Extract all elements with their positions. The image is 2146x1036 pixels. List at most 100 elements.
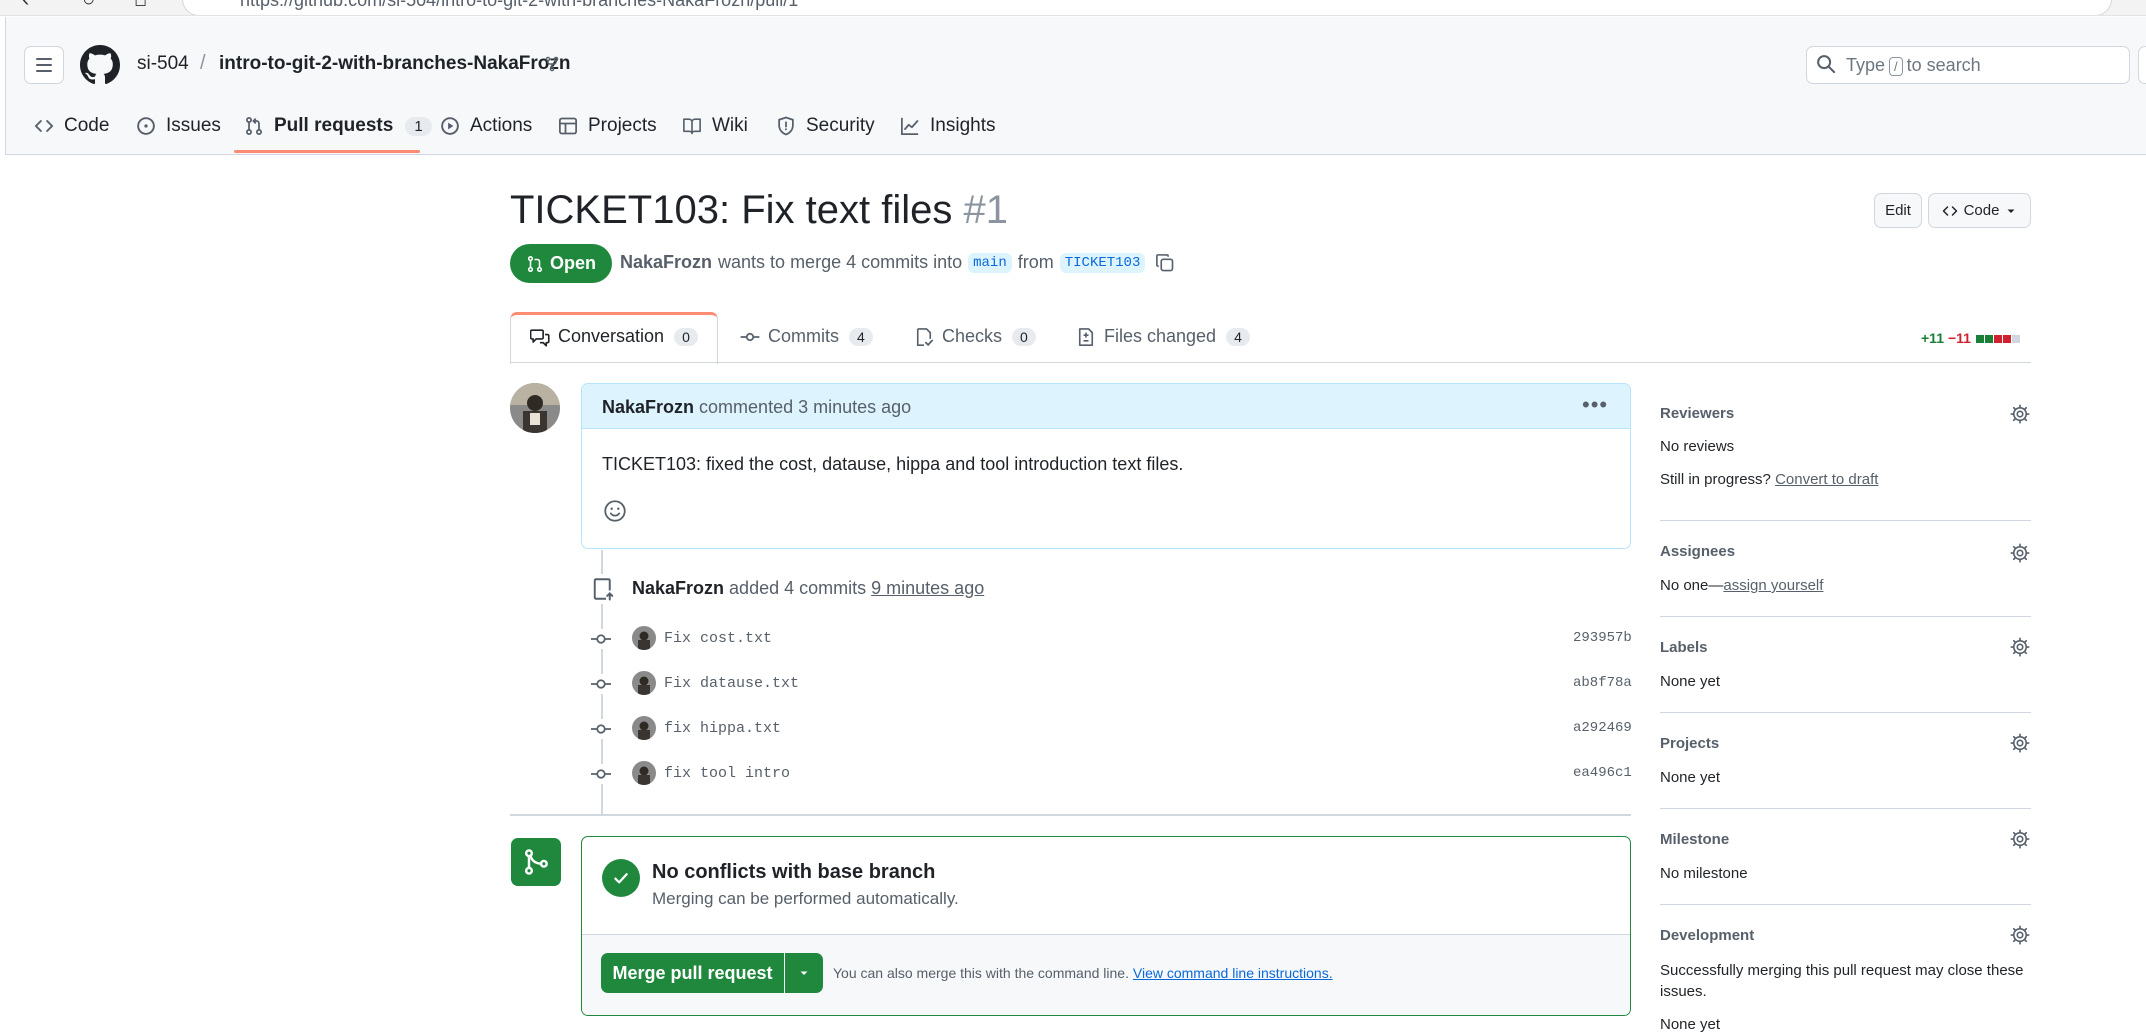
merge-box: No conflicts with base branch Merging ca… <box>581 836 1631 1016</box>
pr-tabs-divider <box>510 362 2031 363</box>
code-icon <box>34 120 54 132</box>
tab-commits[interactable]: Commits 4 <box>740 326 873 347</box>
gear-icon[interactable] <box>2010 829 2030 849</box>
repo-push-icon <box>593 578 614 601</box>
tab-insights[interactable]: Insights <box>900 112 995 140</box>
issue-icon <box>137 117 155 135</box>
user-avatar-image <box>510 383 560 433</box>
milestone-value: No milestone <box>1660 865 1748 882</box>
merge-status-title: No conflicts with base branch <box>652 861 936 883</box>
commit-node-icon <box>591 719 611 739</box>
push-timestamp[interactable]: 9 minutes ago <box>871 578 984 598</box>
tab-count-badge: 4 <box>1226 327 1250 346</box>
tab-files-changed[interactable]: Files changed 4 <box>1076 326 1250 347</box>
git-merge-icon <box>524 849 548 875</box>
table-icon <box>559 117 577 135</box>
repo-owner-link[interactable]: si-504 <box>137 53 189 75</box>
checklist-icon <box>916 327 933 346</box>
assignees-heading[interactable]: Assignees <box>1660 543 1735 560</box>
merge-method-dropdown[interactable] <box>785 953 823 993</box>
assign-yourself-link[interactable]: assign yourself <box>1723 577 1823 594</box>
diff-additions: +11 <box>1921 330 1944 346</box>
menu-button[interactable] <box>24 46 64 84</box>
tab-wiki[interactable]: Wiki <box>682 112 748 140</box>
commit-message-link[interactable]: fix hippa.txt <box>664 720 781 737</box>
reload-icon[interactable]: ○ <box>82 0 95 12</box>
head-branch[interactable]: TICKET103 <box>1059 252 1146 273</box>
tab-label: Projects <box>588 115 657 136</box>
github-logo-icon[interactable] <box>80 45 120 85</box>
commit-message-link[interactable]: fix tool intro <box>664 765 790 782</box>
kebab-menu-icon[interactable]: ••• <box>1582 392 1608 418</box>
commit-sha-link[interactable]: 293957b <box>1573 630 1632 646</box>
projects-value: None yet <box>1660 769 1721 786</box>
tab-count-badge: 0 <box>674 327 698 346</box>
search-placeholder[interactable]: Type / to search <box>1846 55 1981 76</box>
gear-icon[interactable] <box>2010 733 2030 753</box>
base-branch[interactable]: main <box>968 252 1012 273</box>
commit-sha-link[interactable]: a292469 <box>1573 720 1632 736</box>
tab-code[interactable]: Code <box>34 112 109 140</box>
tab-label: Insights <box>930 115 996 136</box>
gear-icon[interactable] <box>2010 404 2030 424</box>
merge-actions: Merge pull request You can also merge th… <box>582 934 1630 1015</box>
milestone-heading[interactable]: Milestone <box>1660 831 1729 848</box>
sidebar-divider <box>1660 904 2031 905</box>
diffstat-square <box>1993 335 2002 343</box>
tab-checks[interactable]: Checks 0 <box>914 326 1036 347</box>
tab-issues[interactable]: Issues <box>136 112 221 140</box>
avatar[interactable] <box>632 626 656 650</box>
commit-sha-link[interactable]: ea496c1 <box>1573 765 1632 781</box>
commit-node-icon <box>591 674 611 694</box>
header-action-button[interactable] <box>2138 46 2146 84</box>
tab-actions[interactable]: Actions <box>440 112 532 140</box>
sidebar-divider <box>1660 520 2031 521</box>
tab-pull-requests[interactable]: Pull requests 1 <box>244 112 432 140</box>
assignees-value: No one—assign yourself <box>1660 577 1823 594</box>
pr-merge-text: wants to merge 4 commits into <box>718 252 963 272</box>
projects-heading[interactable]: Projects <box>1660 735 1719 752</box>
commit-icon <box>740 332 760 341</box>
back-icon[interactable]: ‹ <box>22 0 29 12</box>
home-icon[interactable]: ⌂ <box>134 0 147 12</box>
add-reaction-button[interactable] <box>600 496 630 526</box>
development-heading[interactable]: Development <box>1660 927 1754 944</box>
edit-title-button[interactable]: Edit <box>1874 193 1922 228</box>
command-line-instructions-link[interactable]: View command line instructions. <box>1133 965 1333 981</box>
copy-icon[interactable] <box>1155 253 1175 273</box>
gear-icon[interactable] <box>2010 637 2030 657</box>
gear-icon[interactable] <box>2010 925 2030 945</box>
draft-prompt: Still in progress? Convert to draft <box>1660 471 1878 488</box>
repo-name-link[interactable]: intro-to-git-2-with-branches-NakaFrozn <box>219 53 571 75</box>
check-circle-icon <box>602 859 640 897</box>
reviewers-heading[interactable]: Reviewers <box>1660 405 1734 422</box>
avatar[interactable] <box>632 761 656 785</box>
merge-pull-request-button[interactable]: Merge pull request <box>601 953 784 993</box>
shield-icon <box>778 116 794 136</box>
convert-to-draft-link[interactable]: Convert to draft <box>1775 471 1878 488</box>
pr-author-link[interactable]: NakaFrozn <box>620 252 712 273</box>
tab-label: Conversation <box>558 326 665 346</box>
push-event-icon <box>588 574 618 604</box>
diff-deletions: −11 <box>1947 330 1971 346</box>
url-text[interactable]: https://github.com/si-504/intro-to-git-2… <box>240 0 798 11</box>
commit-message-link[interactable]: Fix cost.txt <box>664 630 772 647</box>
tab-label: Actions <box>470 115 533 136</box>
comment-author-link[interactable]: NakaFrozn <box>602 397 694 417</box>
tab-security[interactable]: Security <box>776 112 875 140</box>
code-dropdown-button[interactable]: Code <box>1928 193 2031 228</box>
tab-projects[interactable]: Projects <box>558 112 657 140</box>
diffstat[interactable]: +11 −11 <box>1921 330 2020 346</box>
gear-icon[interactable] <box>2010 543 2030 563</box>
avatar[interactable] <box>632 716 656 740</box>
push-author-link[interactable]: NakaFrozn <box>632 578 724 598</box>
avatar[interactable] <box>510 383 560 433</box>
commit-sha-link[interactable]: ab8f78a <box>1573 675 1632 691</box>
comment-discussion-icon <box>530 328 550 347</box>
labels-heading[interactable]: Labels <box>1660 639 1708 656</box>
tab-conversation[interactable]: Conversation 0 <box>530 326 698 347</box>
avatar[interactable] <box>632 671 656 695</box>
commit-message-link[interactable]: Fix datause.txt <box>664 675 799 692</box>
comment-timestamp[interactable]: 3 minutes ago <box>798 397 911 417</box>
diffstat-square <box>2011 335 2020 343</box>
